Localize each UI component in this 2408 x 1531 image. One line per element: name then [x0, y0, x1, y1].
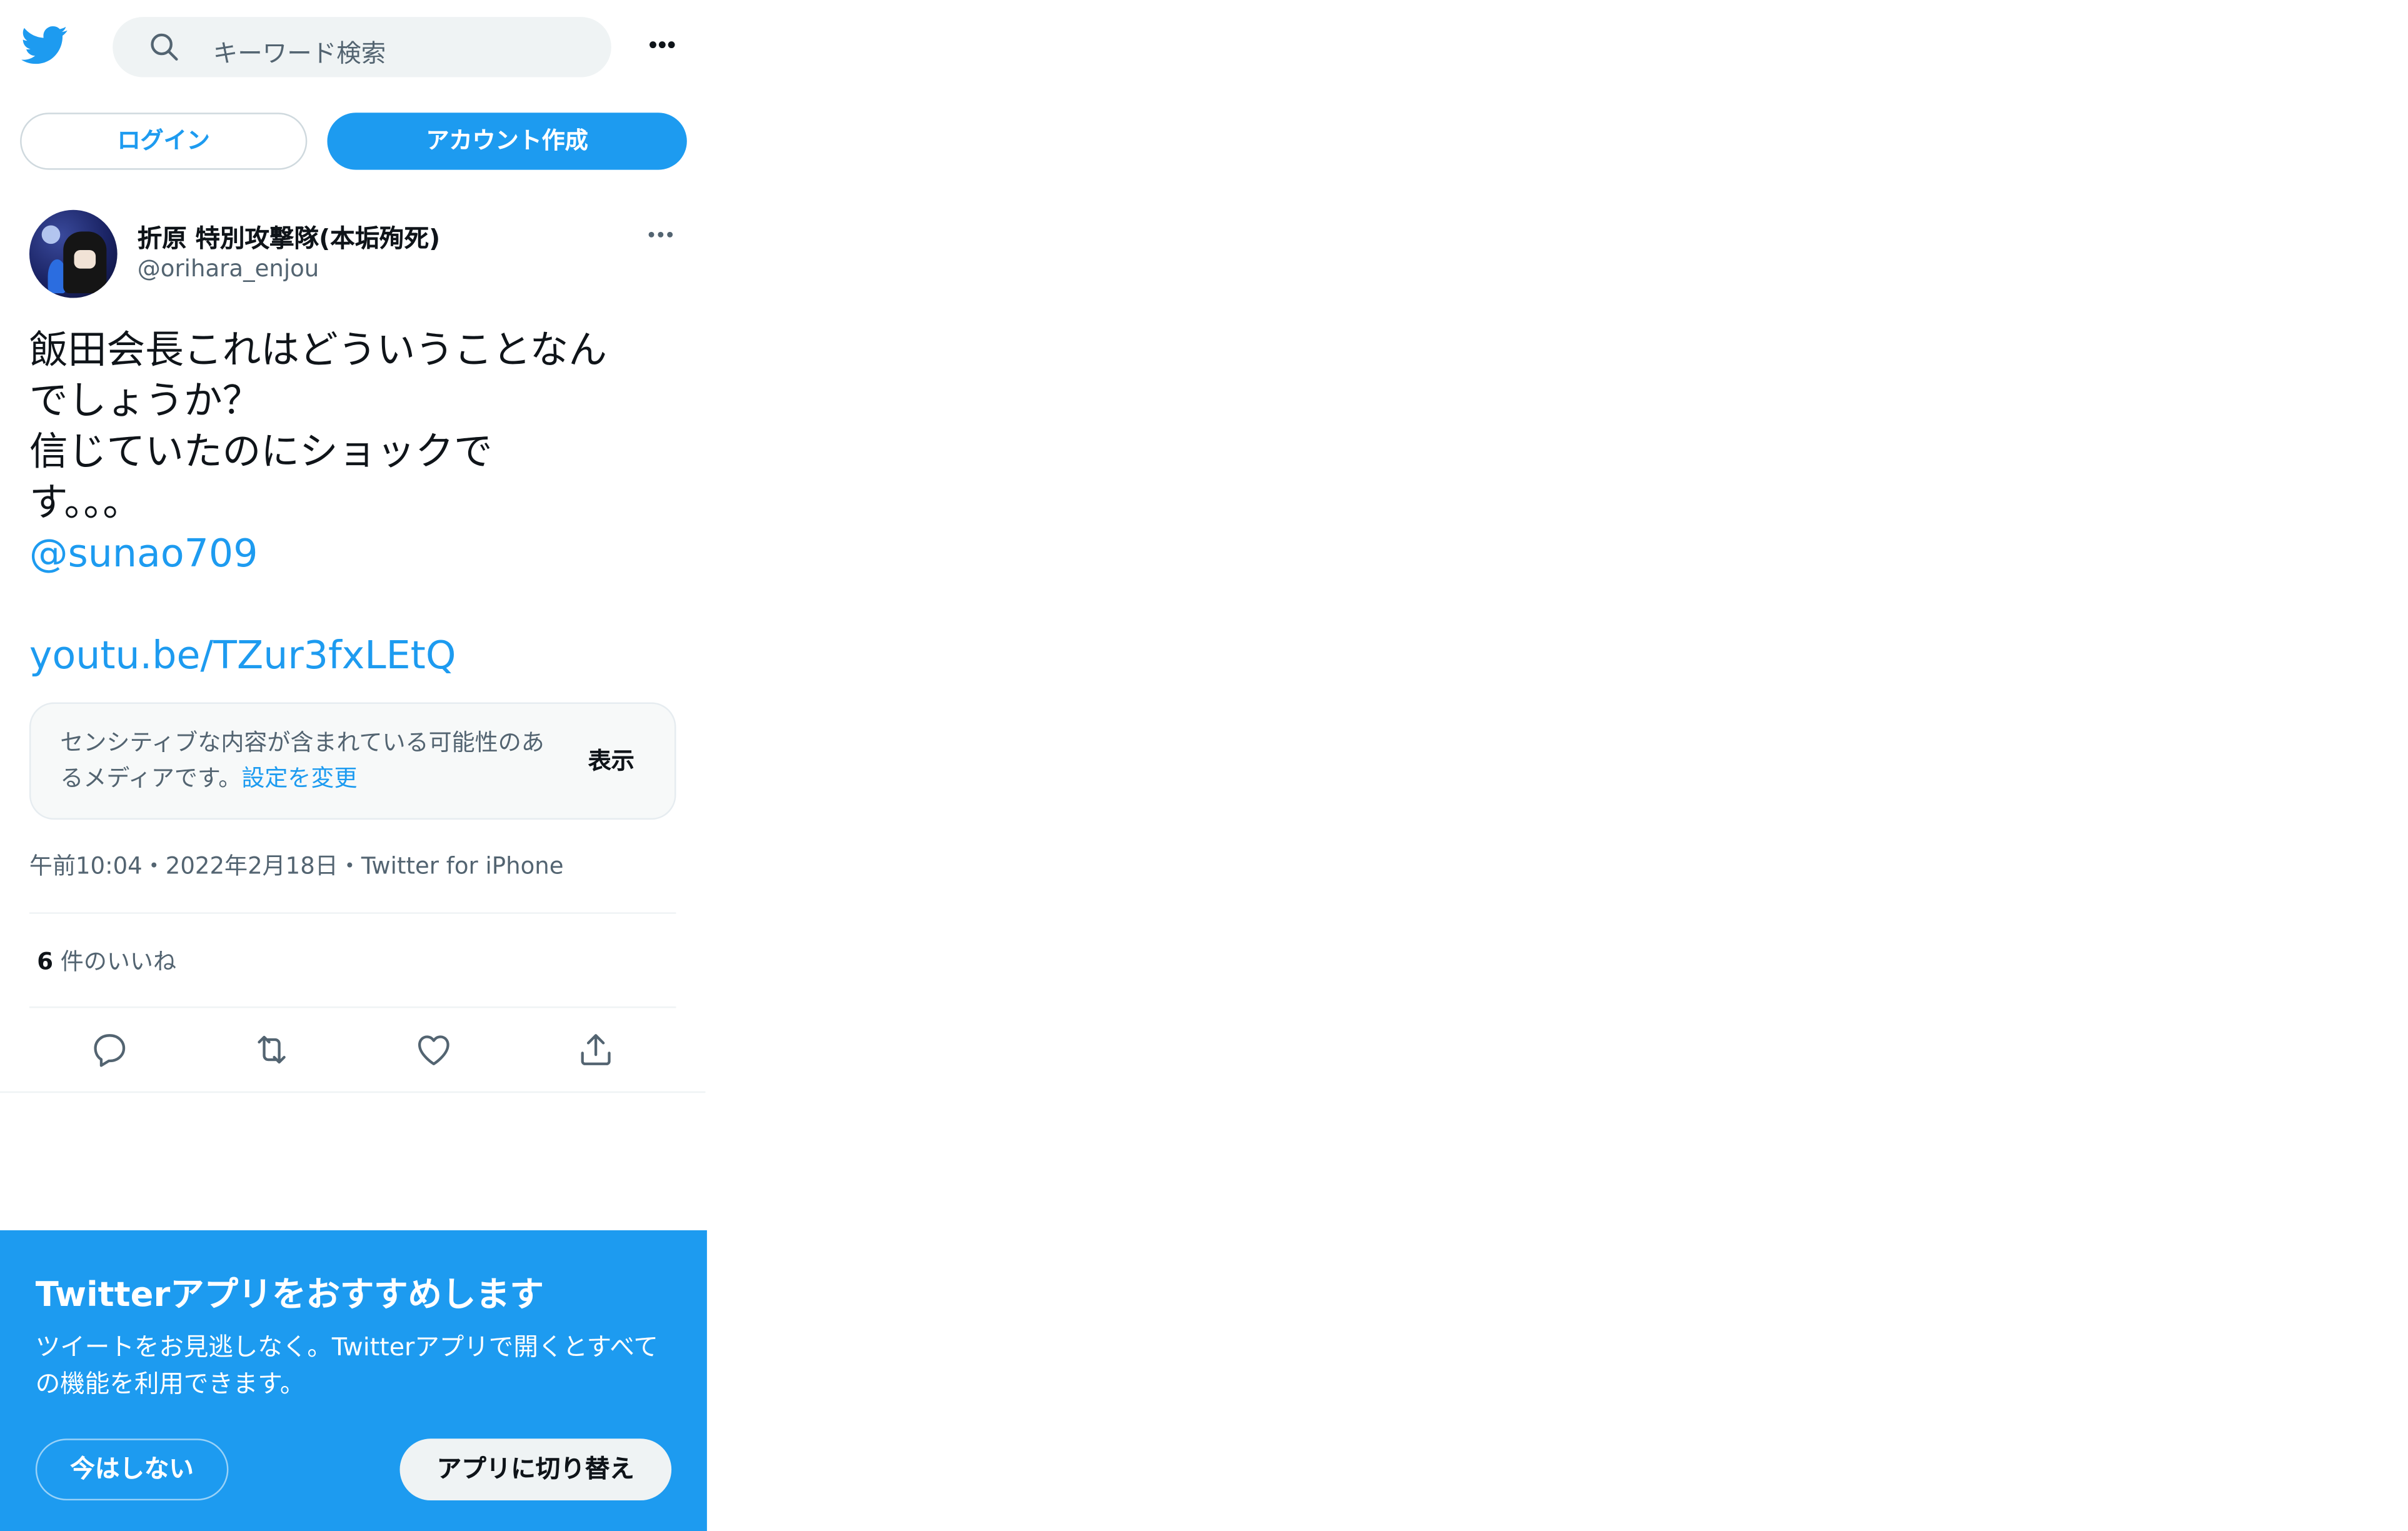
- banner-title: Twitterアプリをおすすめします: [35, 1277, 544, 1315]
- heart-icon[interactable]: [414, 1030, 454, 1070]
- divider: [0, 1091, 706, 1093]
- signup-button[interactable]: アカウント作成: [327, 113, 687, 170]
- login-button[interactable]: ログイン: [20, 113, 308, 170]
- more-horizontal-icon[interactable]: [639, 26, 685, 63]
- likes-count[interactable]: 6 件のいいね: [37, 945, 176, 977]
- youtube-link[interactable]: youtu.be/TZur3fxLEtQ: [29, 630, 456, 680]
- mention-link[interactable]: @sunao709: [29, 528, 258, 578]
- sensitive-media-warning: センシティブな内容が含まれている可能性のあるメディアです。設定を変更 表示: [29, 702, 676, 820]
- user-handle[interactable]: @orihara_enjou: [138, 254, 319, 282]
- avatar[interactable]: [29, 209, 118, 298]
- show-media-button[interactable]: 表示: [588, 744, 635, 776]
- tweet-text: 飯田会長これはどういうことなん でしょうか？ 信じていたのにショックで す。。。: [29, 327, 608, 525]
- retweet-icon[interactable]: [251, 1030, 291, 1070]
- sensitive-message: センシティブな内容が含まれている可能性のあるメディアです。設定を変更: [60, 728, 544, 792]
- display-name[interactable]: 折原 特別攻撃隊(本垢殉死): [138, 218, 440, 254]
- share-icon[interactable]: [576, 1030, 616, 1070]
- search-icon: [151, 33, 178, 61]
- twitter-bird-icon[interactable]: [21, 22, 68, 68]
- app-promo-banner: Twitterアプリをおすすめします ツイートをお見逃しなく。Twitterアプ…: [0, 1230, 707, 1531]
- reply-icon[interactable]: [89, 1030, 129, 1070]
- search-bar[interactable]: キーワード検索: [113, 17, 611, 78]
- tweet-more-icon[interactable]: [638, 216, 684, 253]
- tweet-page: キーワード検索 ログイン アカウント作成 折原 特別攻撃隊(本垢殉死) @ori…: [0, 0, 707, 1531]
- divider: [29, 1006, 676, 1008]
- divider: [29, 912, 676, 914]
- banner-description: ツイートをお見逃しなく。Twitterアプリで開くとすべての機能を利用できます。: [35, 1332, 658, 1399]
- change-settings-link[interactable]: 設定を変更: [241, 764, 357, 791]
- search-input[interactable]: キーワード検索: [213, 33, 386, 69]
- tweet-timestamp[interactable]: 午前10:04・2022年2月18日・Twitter for iPhone: [29, 849, 564, 881]
- not-now-button[interactable]: 今はしない: [35, 1438, 229, 1501]
- switch-to-app-button[interactable]: アプリに切り替え: [399, 1438, 672, 1501]
